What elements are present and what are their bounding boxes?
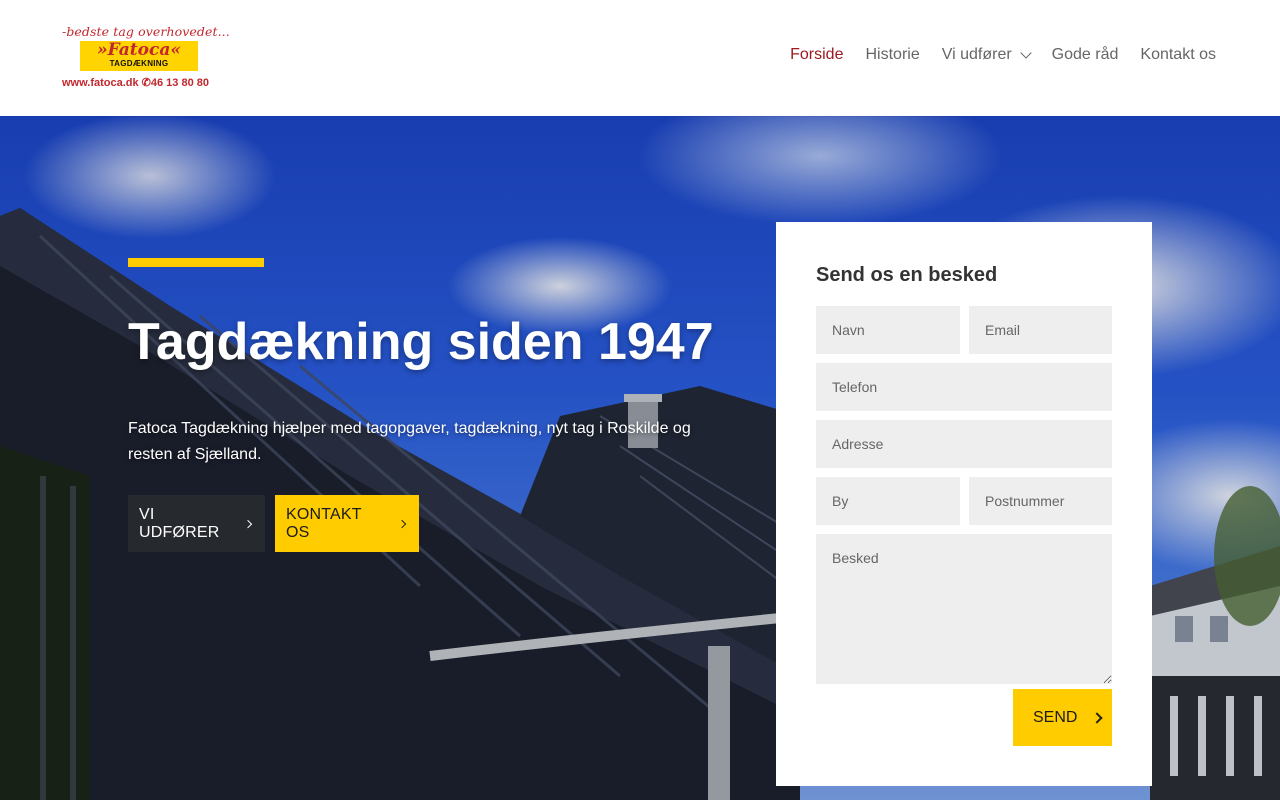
- adresse-input[interactable]: [816, 420, 1112, 468]
- button-label: KONTAKT OS: [286, 505, 362, 541]
- nav-label: Historie: [865, 46, 920, 63]
- logo-badge: »Fatoca« TAGDÆKNING: [80, 40, 198, 71]
- telefon-input[interactable]: [816, 363, 1112, 411]
- hero-description: Fatoca Tagdækning hjælper med tagopgaver…: [128, 420, 691, 463]
- site-header: -bedste tag overhovedet... »Fatoca« TAGD…: [0, 0, 1280, 116]
- chevron-right-icon: [244, 519, 253, 528]
- logo-name: »Fatoca«: [97, 40, 181, 60]
- chevron-down-icon: [1020, 47, 1032, 59]
- logo-contact: www.fatoca.dk ✆46 13 80 80: [62, 77, 209, 89]
- logo-tagline: -bedste tag overhovedet...: [62, 24, 230, 39]
- nav-label: Vi udfører: [941, 46, 1012, 63]
- nav-label: Forside: [790, 46, 844, 63]
- logo-sub: TAGDÆKNING: [109, 59, 169, 68]
- hero-accent-bar: [128, 258, 264, 267]
- form-title: Send os en besked: [816, 264, 998, 286]
- navn-input[interactable]: [816, 306, 960, 354]
- by-input[interactable]: [816, 477, 960, 525]
- nav-item-historie[interactable]: Historie: [865, 46, 919, 64]
- fatoca-logo[interactable]: -bedste tag overhovedet... »Fatoca« TAGD…: [62, 24, 230, 92]
- hero-title: Tagdækning siden 1947: [128, 313, 714, 371]
- contact-form-card: Send os en besked SEND: [776, 222, 1152, 786]
- main-nav: Forside Historie Vi udfører Gode råd Kon…: [790, 46, 1216, 64]
- button-label: VI UDFØRER: [139, 505, 220, 541]
- chevron-right-icon: [397, 519, 407, 528]
- nav-label: Kontakt os: [1140, 46, 1216, 63]
- vi-udforer-button[interactable]: VI UDFØRER: [128, 495, 265, 552]
- nav-item-kontakt-os[interactable]: Kontakt os: [1140, 46, 1216, 64]
- chevron-right-icon: [1091, 711, 1104, 724]
- nav-label: Gode råd: [1051, 46, 1119, 63]
- send-label: SEND: [1033, 708, 1078, 726]
- besked-textarea[interactable]: [816, 534, 1112, 684]
- nav-item-forside[interactable]: Forside: [790, 46, 843, 64]
- kontakt-os-button[interactable]: KONTAKT OS: [275, 495, 419, 552]
- email-input[interactable]: [969, 306, 1112, 354]
- nav-item-vi-udforer[interactable]: Vi udfører: [941, 46, 1032, 64]
- postnummer-input[interactable]: [969, 477, 1112, 525]
- nav-item-gode-raad[interactable]: Gode råd: [1052, 46, 1119, 64]
- send-button[interactable]: SEND: [1013, 689, 1112, 746]
